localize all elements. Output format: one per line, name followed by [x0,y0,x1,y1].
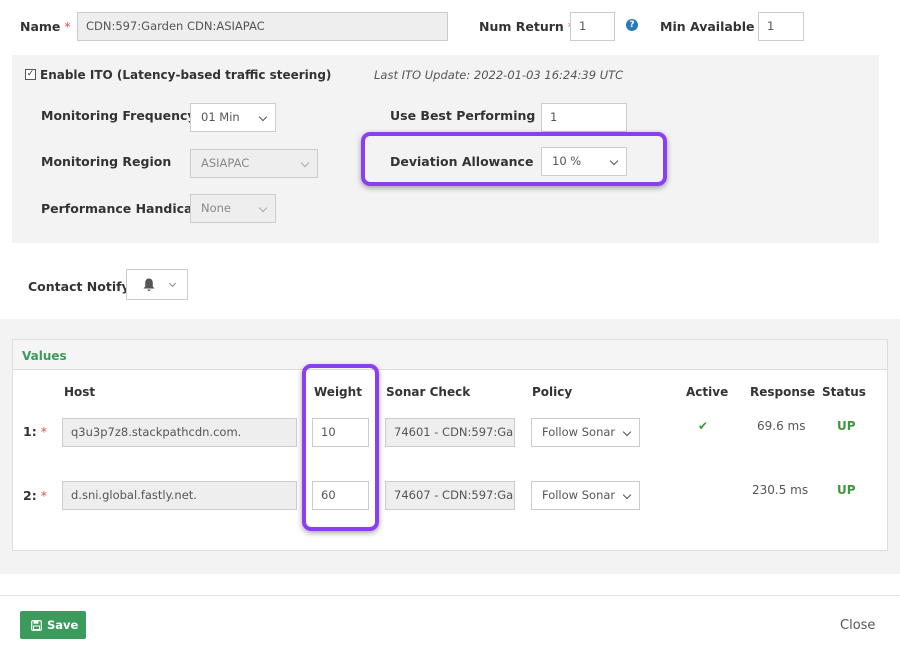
monitoring-frequency-select[interactable]: 01 Min [190,103,276,132]
contact-notify-button[interactable] [126,269,188,300]
response-time: 69.6 ms [757,419,806,433]
status-badge: UP [837,483,856,497]
chevron-down-icon [300,158,310,168]
name-field[interactable]: CDN:597:Garden CDN:ASIAPAC [77,12,448,41]
policy-column-header: Policy [532,385,573,399]
values-header [12,339,888,370]
performance-handicap-label: Performance Handicap [41,201,202,216]
chevron-down-icon [168,279,177,288]
use-best-performing-input[interactable]: 1 [541,103,627,132]
response-time: 230.5 ms [752,483,809,497]
num-return-input[interactable]: 1 [570,12,615,41]
monitoring-region-label: Monitoring Region [41,154,172,169]
enable-ito-checkbox[interactable]: ✓ [25,69,36,80]
monitoring-region-select[interactable]: ASIAPAC [190,149,318,178]
deviation-allowance-select[interactable]: 10 % [541,147,627,176]
monitoring-frequency-label: Monitoring Frequency [41,108,196,123]
enable-ito-label: Enable ITO (Latency-based traffic steeri… [40,68,332,82]
host-field[interactable]: d.sni.global.fastly.net. [62,481,297,510]
last-ito-update: Last ITO Update: 2022-01-03 16:24:39 UTC [374,68,624,82]
row-index: 1: * [23,424,47,439]
policy-select[interactable]: Follow Sonar [531,418,640,447]
min-available-label: Min Available* [660,19,765,34]
sonar-check-field[interactable]: 74601 - CDN:597:Garden [385,418,515,447]
response-column-header: Response [750,385,816,399]
chevron-down-icon [609,156,619,166]
active-check-icon: ✔ [698,419,709,433]
status-badge: UP [837,419,856,433]
min-available-input[interactable]: 1 [758,12,804,41]
close-button[interactable]: Close [840,618,875,633]
bell-icon [143,278,155,291]
row-index: 2: * [23,488,47,503]
name-label: Name * [20,19,71,34]
floppy-disk-icon [31,620,42,631]
footer-divider [0,595,900,596]
contact-notify-label: Contact Notify [28,279,130,294]
performance-handicap-select[interactable]: None [190,194,276,223]
values-title: Values [22,349,67,363]
num-return-label: Num Return* [479,19,574,34]
use-best-performing-label: Use Best Performing [390,108,536,123]
chevron-down-icon [258,203,268,213]
sonar-check-column-header: Sonar Check [386,385,471,399]
chevron-down-icon [622,427,632,437]
status-column-header: Status [822,385,866,399]
host-field[interactable]: q3u3p7z8.stackpathcdn.com. [62,418,297,447]
help-icon[interactable]: ? [626,19,638,31]
weight-column-highlight [302,364,379,531]
chevron-down-icon [622,490,632,500]
policy-select[interactable]: Follow Sonar [531,481,640,510]
host-column-header: Host [64,385,96,399]
save-button[interactable]: Save [20,611,86,639]
sonar-check-field[interactable]: 74607 - CDN:597:Garden [385,481,515,510]
active-column-header: Active [686,385,729,399]
chevron-down-icon [258,112,268,122]
deviation-allowance-label: Deviation Allowance [390,154,534,169]
